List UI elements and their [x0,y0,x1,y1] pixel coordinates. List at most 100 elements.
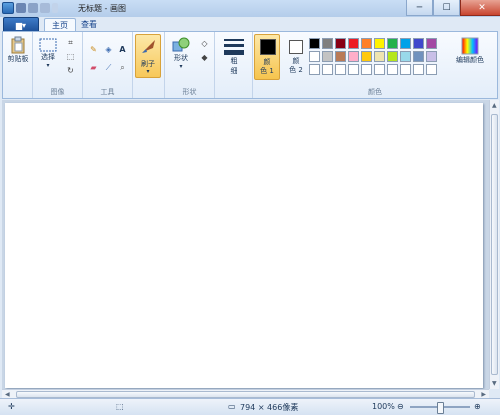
size-label-line1: 粗 [230,57,238,65]
palette-swatch[interactable] [374,64,385,75]
palette-swatch[interactable] [413,38,424,49]
colors-group-label: 颜色 [368,88,382,96]
palette-swatch[interactable] [322,64,333,75]
palette-swatch[interactable] [413,64,424,75]
palette-swatch[interactable] [361,64,372,75]
window-controls: ─ ☐ ✕ [406,0,500,16]
color-picker-icon[interactable]: ⟋ [103,62,114,73]
pencil-icon[interactable]: ✎ [88,44,99,55]
color-spectrum-icon [461,37,479,55]
customize-qat-icon[interactable] [52,3,58,13]
save-icon[interactable] [16,3,26,13]
rotate-icon[interactable]: ↻ [65,65,76,76]
palette-swatch[interactable] [361,51,372,62]
redo-icon[interactable] [40,3,50,13]
selection-rectangle-icon [39,38,57,52]
line-width-icon [224,39,244,55]
palette-swatch[interactable] [335,64,346,75]
text-tool-icon[interactable]: A [117,44,128,55]
tools-group-label: 工具 [100,88,115,96]
scroll-left-icon[interactable]: ◀ [5,391,10,398]
zoom-slider[interactable] [410,402,470,414]
palette-swatch[interactable] [400,51,411,62]
color-1-button[interactable]: 颜 色 1 [254,34,280,80]
zoom-slider-thumb[interactable] [437,402,444,414]
eraser-icon[interactable]: ▰ [88,62,99,73]
close-button[interactable]: ✕ [460,0,500,16]
quick-access-toolbar [2,2,58,14]
zoom-out-button[interactable]: ⊖ [397,402,404,411]
status-bar: ✛ ⬚ ▭ 794 × 466像素 100% ⊖ ⊕ [0,398,500,415]
size-group: 粗 细 [215,32,253,98]
size-button[interactable]: 粗 细 [221,38,247,76]
palette-swatch[interactable] [387,51,398,62]
paint-app-icon[interactable] [2,2,14,14]
tab-home[interactable]: 主页 [44,18,76,32]
palette-swatch[interactable] [387,64,398,75]
clipboard-icon [11,36,25,54]
palette-swatch[interactable] [309,51,320,62]
palette-swatch[interactable] [426,38,437,49]
zoom-level: 100% [372,402,395,411]
shapes-group: 形状 ▾ ◇ ◆ 形状 [165,32,215,98]
resize-icon[interactable]: ⬚ [65,51,76,62]
maximize-button[interactable]: ☐ [433,0,460,16]
minimize-button[interactable]: ─ [406,0,433,16]
drawing-canvas[interactable] [5,103,483,388]
palette-swatch[interactable] [400,38,411,49]
palette-swatch[interactable] [374,51,385,62]
palette-swatch[interactable] [361,38,372,49]
horizontal-scroll-thumb[interactable] [16,391,475,398]
tab-view[interactable]: 查看 [74,18,104,31]
fill-icon[interactable]: ◆ [199,52,210,63]
palette-swatch[interactable] [335,51,346,62]
image-size-icon: ▭ [228,402,236,411]
palette-swatch[interactable] [348,51,359,62]
select-button[interactable]: 选择 ▾ [35,38,61,69]
fill-bucket-icon[interactable]: ◈ [103,44,114,55]
brushes-button[interactable]: 刷子 ▾ [135,34,161,78]
palette-swatch[interactable] [322,38,333,49]
edit-colors-button[interactable]: 编辑颜色 [449,37,491,65]
paste-button[interactable]: 剪贴板 [5,36,31,64]
ribbon: 剪贴板 选择 ▾ ⌗ ⬚ ↻ 图像 ✎ ◈ A ▰ ⟋ ⌕ 工具 刷子 ▾ 形状… [2,31,498,99]
palette-swatch[interactable] [426,64,437,75]
palette-swatch[interactable] [348,64,359,75]
crop-icon[interactable]: ⌗ [65,37,76,48]
palette-swatch[interactable] [426,51,437,62]
scroll-up-icon[interactable]: ▲ [492,102,497,109]
vertical-scrollbar[interactable]: ▲ ▼ [489,100,499,389]
color-2-button[interactable]: 颜 色 2 [283,34,309,80]
palette-swatch[interactable] [335,38,346,49]
shapes-button[interactable]: 形状 ▾ [168,37,194,70]
size-label-line2: 细 [230,67,238,75]
palette-swatch[interactable] [400,64,411,75]
magnifier-icon[interactable]: ⌕ [117,62,128,73]
clipboard-group: 剪贴板 [3,32,33,98]
vertical-scroll-thumb[interactable] [491,114,498,375]
select-label: 选择 [41,53,55,61]
paste-label: 剪贴板 [7,55,29,63]
color-2-label-line2: 色 2 [289,66,303,74]
add-icon: ✛ [8,402,15,411]
color-1-label-line2: 色 1 [260,67,274,75]
palette-swatch[interactable] [413,51,424,62]
palette-swatch[interactable] [348,38,359,49]
image-dimensions: 794 × 466像素 [240,403,299,412]
shapes-group-label: 形状 [182,88,197,96]
brushes-group: 刷子 ▾ [133,32,165,98]
scroll-right-icon[interactable]: ▶ [481,391,486,398]
scroll-down-icon[interactable]: ▼ [492,380,497,387]
undo-icon[interactable] [28,3,38,13]
outline-icon[interactable]: ◇ [199,38,210,49]
zoom-in-button[interactable]: ⊕ [474,402,481,411]
palette-swatch[interactable] [309,38,320,49]
palette-swatch[interactable] [322,51,333,62]
title-bar: 无标题 - 画图 ─ ☐ ✕ [0,0,500,17]
color-1-preview [260,39,276,55]
edit-colors-label: 编辑颜色 [456,56,484,64]
palette-swatch[interactable] [374,38,385,49]
palette-swatch[interactable] [387,38,398,49]
palette-swatch[interactable] [309,64,320,75]
color-2-preview [289,40,303,54]
